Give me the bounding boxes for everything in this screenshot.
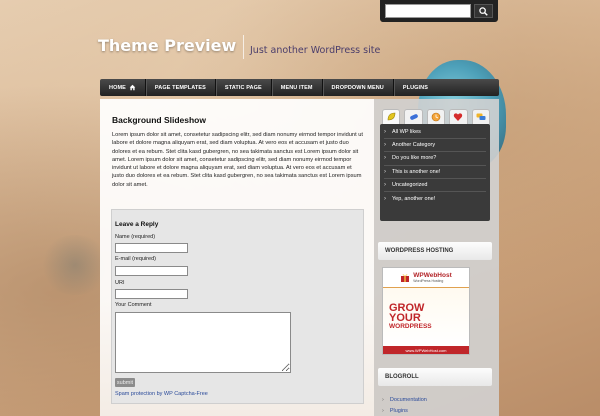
list-item[interactable]: › Yep, another one! — [384, 192, 486, 205]
heart-icon — [454, 113, 463, 121]
list-item[interactable]: › Do you like more? — [384, 152, 486, 166]
site-title[interactable]: Theme Preview — [98, 36, 236, 55]
chevron-right-icon: › — [384, 181, 386, 188]
ad-body: GROW YOUR WORDPRESS — [383, 288, 469, 346]
widget-heading-blogroll: BLOGROLL — [378, 368, 492, 386]
category-link[interactable]: All WP likes — [392, 129, 421, 135]
list-item[interactable]: › All WP likes — [384, 126, 486, 140]
magnifier-icon — [479, 6, 488, 16]
pill-icon — [409, 114, 418, 120]
submit-button[interactable]: submit — [115, 378, 135, 387]
tab-recent[interactable] — [426, 109, 446, 124]
name-label: Name (required) — [115, 234, 156, 240]
categories-panel: › All WP likes › Another Category › Do y… — [380, 124, 490, 221]
blogroll-item[interactable]: › Plugins — [382, 408, 408, 414]
category-link[interactable]: Do you like more? — [392, 155, 436, 161]
nav-item-label: PLUGINS — [402, 84, 429, 91]
widget-heading-hosting: WORDPRESS HOSTING — [378, 242, 492, 260]
blogroll-link[interactable]: Documentation — [390, 397, 427, 403]
main-nav: HOME PAGE TEMPLATES STATIC PAGE MENU ITE… — [100, 79, 499, 96]
site-tagline: Just another WordPress site — [250, 45, 381, 56]
nav-item-static-page[interactable]: STATIC PAGE — [216, 79, 272, 96]
chevron-right-icon: › — [384, 168, 386, 175]
tab-categories[interactable] — [382, 109, 401, 124]
home-icon — [129, 84, 136, 91]
ad-line-3: WORDPRESS — [389, 323, 432, 330]
ad-brand: WPWebHost — [413, 272, 452, 279]
reply-title: Leave a Reply — [115, 221, 159, 228]
tab-comments[interactable] — [471, 109, 491, 124]
chat-icon — [476, 113, 486, 120]
name-field[interactable] — [115, 243, 188, 253]
category-link[interactable]: Uncategorized — [392, 182, 427, 188]
ad-line-2: YOUR — [389, 312, 421, 324]
clock-icon — [431, 112, 441, 122]
category-link[interactable]: This is another one! — [392, 169, 440, 175]
leaf-icon — [387, 112, 396, 121]
ad-brand-sub: WordPress Hosting — [413, 279, 444, 283]
title-divider — [243, 35, 244, 59]
nav-item-plugins[interactable]: PLUGINS — [394, 79, 437, 96]
chevron-right-icon: › — [384, 195, 386, 202]
nav-item-label: STATIC PAGE — [224, 84, 262, 91]
category-link[interactable]: Another Category — [392, 142, 435, 148]
chevron-right-icon: › — [382, 408, 384, 414]
nav-item-home[interactable]: HOME — [100, 79, 146, 96]
category-link[interactable]: Yep, another one! — [392, 196, 435, 202]
post-title[interactable]: Background Slideshow — [112, 115, 206, 125]
list-item[interactable]: › Another Category — [384, 139, 486, 153]
sidebar-icon-tabs — [378, 109, 491, 124]
blogroll-link[interactable]: Plugins — [390, 408, 408, 414]
post-body: Lorem ipsum dolor sit amet, consetetur s… — [112, 132, 363, 188]
nav-item-menu-item[interactable]: MENU ITEM — [272, 79, 323, 96]
search-button[interactable] — [474, 4, 493, 18]
chevron-right-icon: › — [382, 397, 384, 403]
nav-item-label: HOME — [109, 84, 126, 91]
chevron-right-icon: › — [384, 142, 386, 149]
nav-item-label: MENU ITEM — [280, 84, 313, 91]
list-item[interactable]: › This is another one! — [384, 166, 486, 179]
chevron-right-icon: › — [384, 129, 386, 136]
search-box — [380, 0, 498, 22]
nav-item-dropdown-menu[interactable]: DROPDOWN MENU — [323, 79, 394, 96]
comment-label: Your Comment — [115, 302, 152, 308]
ad-header: WPWebHost WordPress Hosting — [383, 268, 469, 288]
nav-item-label: DROPDOWN MENU — [331, 84, 384, 91]
spam-protection-link[interactable]: Spam protection by WP Captcha-Free — [115, 391, 208, 397]
tab-favorites[interactable] — [449, 109, 468, 124]
email-field[interactable] — [115, 266, 188, 276]
gift-box-icon — [401, 273, 410, 282]
nav-item-label: PAGE TEMPLATES — [154, 84, 206, 91]
uri-label: URI — [115, 280, 125, 286]
comment-textarea[interactable] — [115, 312, 291, 373]
nav-item-page-templates[interactable]: PAGE TEMPLATES — [146, 79, 216, 96]
hosting-ad-banner[interactable]: WPWebHost WordPress Hosting GROW YOUR WO… — [382, 267, 470, 355]
tab-popular[interactable] — [404, 109, 423, 124]
uri-field[interactable] — [115, 289, 188, 299]
list-item[interactable]: › Uncategorized — [384, 179, 486, 192]
email-label: E-mail (required) — [115, 256, 156, 262]
blogroll-item[interactable]: › Documentation — [382, 397, 427, 403]
search-input[interactable] — [385, 4, 471, 18]
chevron-right-icon: › — [384, 155, 386, 162]
ad-footer: www.WPWebHost.com — [383, 346, 469, 354]
